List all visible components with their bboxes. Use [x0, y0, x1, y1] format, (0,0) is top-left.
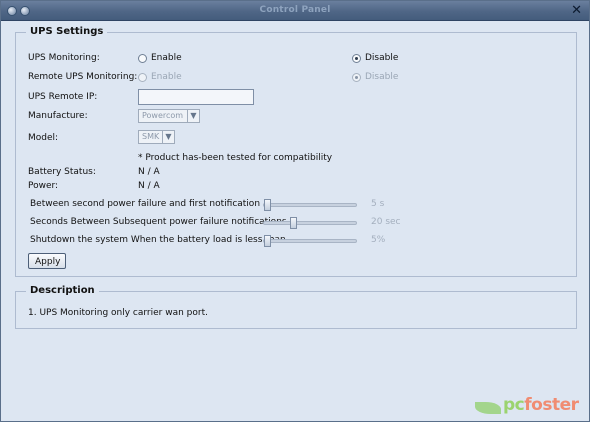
slider-label-first-notification: Between second power failure and first n…: [30, 199, 261, 209]
ups-settings-legend: UPS Settings: [26, 26, 108, 37]
ups-monitoring-disable-label[interactable]: Disable: [365, 53, 398, 63]
remote-ups-monitoring-label: Remote UPS Monitoring:: [28, 72, 138, 82]
close-icon[interactable]: ✕: [571, 3, 582, 19]
watermark-logo: pcfoster: [475, 395, 587, 421]
ups-remote-ip-input[interactable]: [138, 89, 254, 105]
slider-label-subsequent-notifications: Seconds Between Subsequent power failure…: [30, 217, 287, 227]
leaf-icon: [475, 402, 501, 414]
model-label: Model:: [28, 133, 59, 143]
shutdown-battery-value: 5%: [371, 235, 386, 245]
slider-label-shutdown-battery: Shutdown the system When the battery loa…: [30, 235, 286, 245]
shutdown-battery-slider[interactable]: [263, 235, 357, 247]
slider-thumb[interactable]: [290, 217, 297, 229]
control-panel-window: Control Panel ✕ UPS Settings UPS Monitor…: [0, 0, 590, 422]
slider-thumb[interactable]: [264, 235, 271, 247]
watermark-part1: pc: [503, 395, 525, 415]
ups-monitoring-label: UPS Monitoring:: [28, 53, 100, 63]
remote-ups-enable-radio[interactable]: [138, 73, 147, 82]
ups-monitoring-enable-label[interactable]: Enable: [151, 53, 182, 63]
remote-ups-enable-label: Enable: [151, 72, 182, 82]
first-notification-slider[interactable]: [263, 199, 357, 211]
window-title: Control Panel: [259, 5, 331, 15]
ups-remote-ip-label: UPS Remote IP:: [28, 92, 98, 102]
subsequent-notifications-value: 20 sec: [371, 217, 401, 227]
first-notification-value: 5 s: [371, 199, 385, 209]
power-value: N / A: [138, 181, 160, 191]
battery-status-value: N / A: [138, 167, 160, 177]
description-legend: Description: [26, 285, 99, 296]
ups-monitoring-disable-radio[interactable]: [352, 54, 361, 63]
remote-ups-disable-radio[interactable]: [352, 73, 361, 82]
description-text: 1. UPS Monitoring only carrier wan port.: [28, 308, 208, 318]
ups-settings-fieldset: UPS Settings UPS Monitoring: Enable Disa…: [15, 26, 577, 277]
description-fieldset: Description 1. UPS Monitoring only carri…: [15, 285, 577, 329]
chevron-down-icon[interactable]: ▼: [187, 110, 199, 122]
battery-status-label: Battery Status:: [28, 167, 96, 177]
title-bar[interactable]: Control Panel ✕: [1, 1, 589, 21]
power-label: Power:: [28, 181, 59, 191]
apply-button[interactable]: Apply: [28, 253, 66, 269]
subsequent-notifications-slider[interactable]: [263, 217, 357, 229]
watermark-part2: foster: [524, 395, 579, 415]
remote-ups-disable-label: Disable: [365, 72, 399, 82]
compatibility-note: * Product has-been tested for compatibil…: [138, 153, 333, 163]
model-select[interactable]: SMK ▼: [138, 130, 175, 144]
model-value: SMK: [142, 132, 160, 141]
slider-thumb[interactable]: [264, 199, 271, 211]
manufacture-value: Powercom: [142, 111, 184, 120]
manufacture-select[interactable]: Powercom ▼: [138, 109, 200, 123]
manufacture-label: Manufacture:: [28, 111, 88, 121]
chevron-down-icon[interactable]: ▼: [162, 131, 174, 143]
watermark-text: pcfoster: [503, 395, 579, 415]
ups-monitoring-enable-radio[interactable]: [138, 54, 147, 63]
